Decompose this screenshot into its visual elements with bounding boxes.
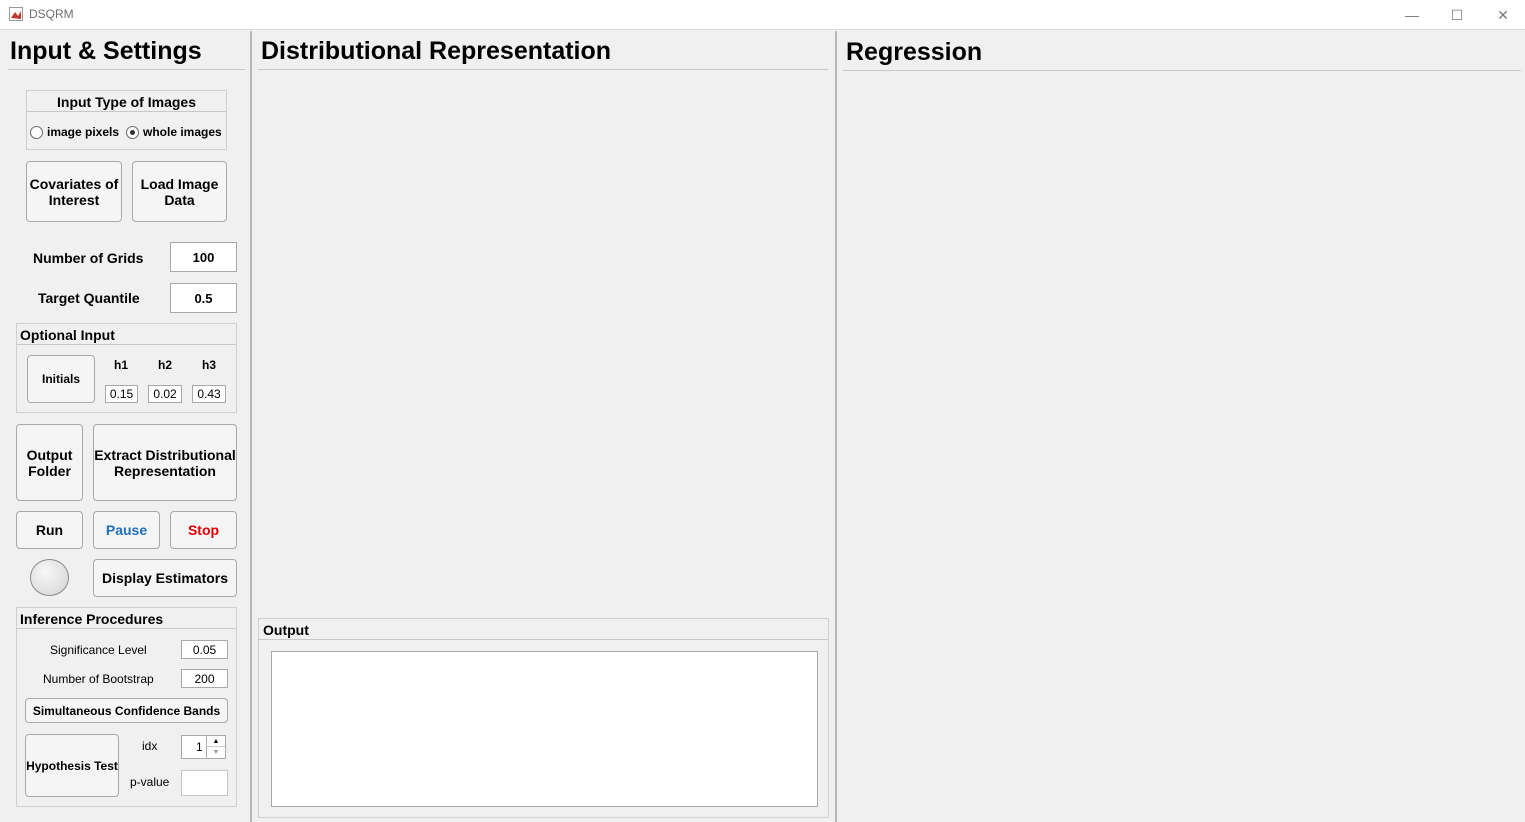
group-divider [259,639,828,640]
initials-button[interactable]: Initials [27,355,95,403]
significance-level-input[interactable]: 0.05 [181,640,228,659]
group-title: Output [263,622,309,638]
whole-images-label: whole images [143,125,222,139]
load-image-data-button[interactable]: Load Image Data [132,161,227,222]
h2-label: h2 [158,358,173,372]
group-divider [17,628,236,629]
h1-input[interactable]: 0.15 [105,385,138,403]
panel-title: Regression [846,38,983,66]
h3-label: h3 [202,358,217,372]
spinner-down-icon[interactable]: ▼ [206,747,225,758]
matlab-app-icon [9,7,23,21]
covariates-button[interactable]: Covariates of Interest [26,161,122,222]
status-lamp [30,559,69,596]
target-quantile-label: Target Quantile [38,290,140,306]
close-button[interactable]: ✕ [1480,0,1525,30]
p-value-field [181,770,228,796]
output-folder-button[interactable]: Output Folder [16,424,83,501]
panel-title: Input & Settings [10,37,202,65]
target-quantile-input[interactable]: 0.5 [170,283,237,313]
number-of-grids-input[interactable]: 100 [170,242,237,272]
idx-value: 1 [196,740,203,754]
title-underline [8,69,245,70]
minimize-button[interactable]: — [1389,0,1435,30]
image-pixels-label: image pixels [47,125,120,139]
display-estimators-button[interactable]: Display Estimators [93,559,237,597]
pause-button[interactable]: Pause [93,511,160,549]
whole-images-radio[interactable] [126,126,139,139]
maximize-button[interactable]: ☐ [1434,0,1480,30]
stop-button[interactable]: Stop [170,511,237,549]
optional-input-group: Optional Input Initials h1 h2 h3 0.15 0.… [16,323,237,413]
window-title: DSQRM [29,7,74,21]
title-underline [258,69,828,70]
spinner-up-icon[interactable]: ▲ [206,736,225,747]
title-underline [843,70,1521,71]
input-settings-panel: Input & Settings Input Type of Images im… [0,31,250,822]
group-title: Input Type of Images [57,94,196,110]
group-divider [17,344,236,345]
group-title: Inference Procedures [20,611,164,627]
regression-panel: Regression [837,31,1525,822]
h1-label: h1 [114,358,129,372]
image-pixels-radio[interactable] [30,126,43,139]
input-type-group: Input Type of Images image pixels whole … [26,90,227,150]
h3-input[interactable]: 0.43 [192,385,226,403]
output-textarea[interactable] [271,651,818,807]
group-title: Optional Input [20,327,115,343]
inference-procedures-group: Inference Procedures Significance Level … [16,607,237,807]
number-of-bootstrap-label: Number of Bootstrap [43,672,154,686]
panel-title: Distributional Representation [261,37,612,65]
simultaneous-confidence-bands-button[interactable]: Simultaneous Confidence Bands [25,698,228,723]
h2-input[interactable]: 0.02 [148,385,182,403]
distributional-representation-panel: Distributional Representation Output [252,31,835,822]
extract-representation-button[interactable]: Extract Distributional Representation [93,424,237,501]
title-bar: DSQRM — ☐ ✕ [0,0,1525,30]
number-of-grids-label: Number of Grids [33,250,144,266]
p-value-label: p-value [130,775,170,789]
idx-label: idx [142,739,158,753]
run-button[interactable]: Run [16,511,83,549]
group-divider [27,111,226,112]
hypothesis-test-button[interactable]: Hypothesis Test [25,734,119,797]
output-group: Output [258,618,829,818]
number-of-bootstrap-input[interactable]: 200 [181,669,228,688]
significance-level-label: Significance Level [50,643,147,657]
